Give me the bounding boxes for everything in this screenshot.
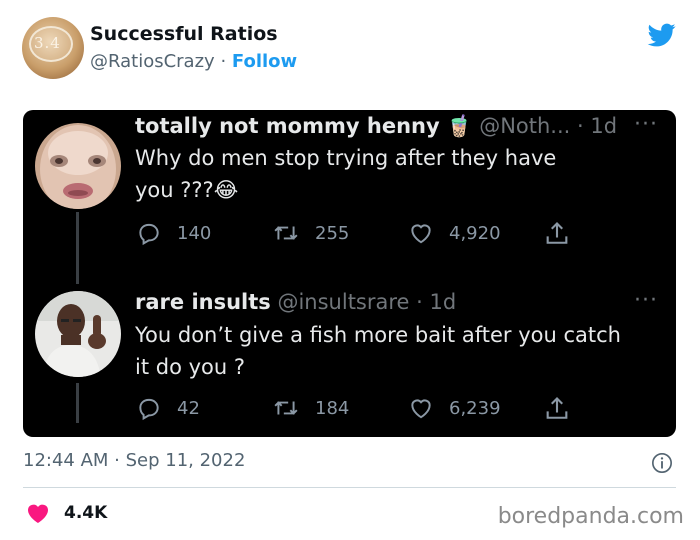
heart-icon [28,504,48,523]
account-handle[interactable]: @RatiosCrazy [90,51,215,72]
tweet-text-line: You don’t give a fish more bait after yo… [135,323,621,347]
like-button[interactable]: 4,920 [407,220,501,246]
display-name[interactable]: rare insults [135,290,271,314]
share-icon [546,222,568,244]
account-avatar[interactable]: 3.4 [22,17,84,79]
account-handle-row: @RatiosCrazy · Follow [90,51,297,72]
user-handle[interactable]: @Noth... [479,114,570,138]
retweet-icon [274,226,298,240]
reply-count: 42 [177,397,200,419]
tweet-header: 3.4 Successful Ratios @RatiosCrazy · Fol… [22,17,682,79]
tweet-2-actions: 42 184 6,239 [135,395,585,425]
like-summary[interactable]: 4.4K [26,502,107,524]
retweet-count: 184 [315,397,350,419]
retweet-count: 255 [315,222,350,244]
tweet-2-header: rare insults @insultsrare · 1d [135,290,456,314]
share-button[interactable] [543,395,585,423]
reply-button[interactable]: 140 [135,220,211,246]
user-handle[interactable]: @insultsrare [277,290,409,314]
tweet-timestamp[interactable]: 12:44 AM · Sep 11, 2022 [23,450,245,471]
retweet-button[interactable]: 255 [271,220,349,246]
more-options-icon[interactable]: ··· [634,112,658,137]
like-count: 4,920 [449,222,501,244]
tweet-1-text: Why do men stop trying after they have y… [135,142,665,206]
display-name[interactable]: totally not mommy henny [135,114,440,138]
tweet-text-fragment: you ??? [135,178,214,202]
reply-icon [139,398,159,421]
account-name[interactable]: Successful Ratios [90,23,278,45]
thread-tweet-2[interactable]: rare insults @insultsrare · 1d ··· You d… [23,285,676,437]
reply-button[interactable]: 42 [135,395,200,421]
tweet-2-text: You don’t give a fish more bait after yo… [135,319,665,383]
like-total: 4.4K [64,503,108,523]
tweet-1-actions: 140 255 4,920 [135,220,585,250]
tweet-text-line: Why do men stop trying after they have [135,146,557,170]
share-button[interactable] [543,220,585,248]
thread-connector [76,212,79,284]
like-icon [411,224,431,244]
retweet-icon [274,401,298,415]
share-icon [546,397,568,419]
avatar-text: 3.4 [34,34,61,52]
quoted-screenshot: totally not mommy henny 🧋 @Noth... · 1d … [23,110,676,437]
follow-button[interactable]: Follow [232,51,297,72]
like-icon [411,399,431,419]
thread-connector-tail [76,383,79,423]
laughing-emoji: 😂 [213,178,239,202]
info-icon[interactable] [651,452,673,474]
tweet-text-line: it do you ? [135,355,246,379]
retweet-button[interactable]: 184 [271,395,349,421]
name-emoji: 🧋 [446,114,473,138]
handle-separator: · [220,51,227,72]
tweet-text-line: you ???😂 [135,174,665,206]
reply-icon [139,223,159,246]
tweet-1-header: totally not mommy henny 🧋 @Noth... · 1d [135,114,617,139]
tweet-time: · 1d [416,290,457,314]
footer-divider [23,487,676,488]
twitter-bird-icon[interactable] [646,21,678,49]
reply-count: 140 [177,222,212,244]
watermark: boredpanda.com [497,504,684,529]
tweet-time: · 1d [577,114,618,138]
like-count: 6,239 [449,397,501,419]
more-options-icon[interactable]: ··· [634,288,658,313]
thread-tweet-1[interactable]: totally not mommy henny 🧋 @Noth... · 1d … [23,110,676,290]
like-button[interactable]: 6,239 [407,395,501,421]
user-avatar[interactable] [35,123,121,209]
user-avatar[interactable] [35,291,121,377]
